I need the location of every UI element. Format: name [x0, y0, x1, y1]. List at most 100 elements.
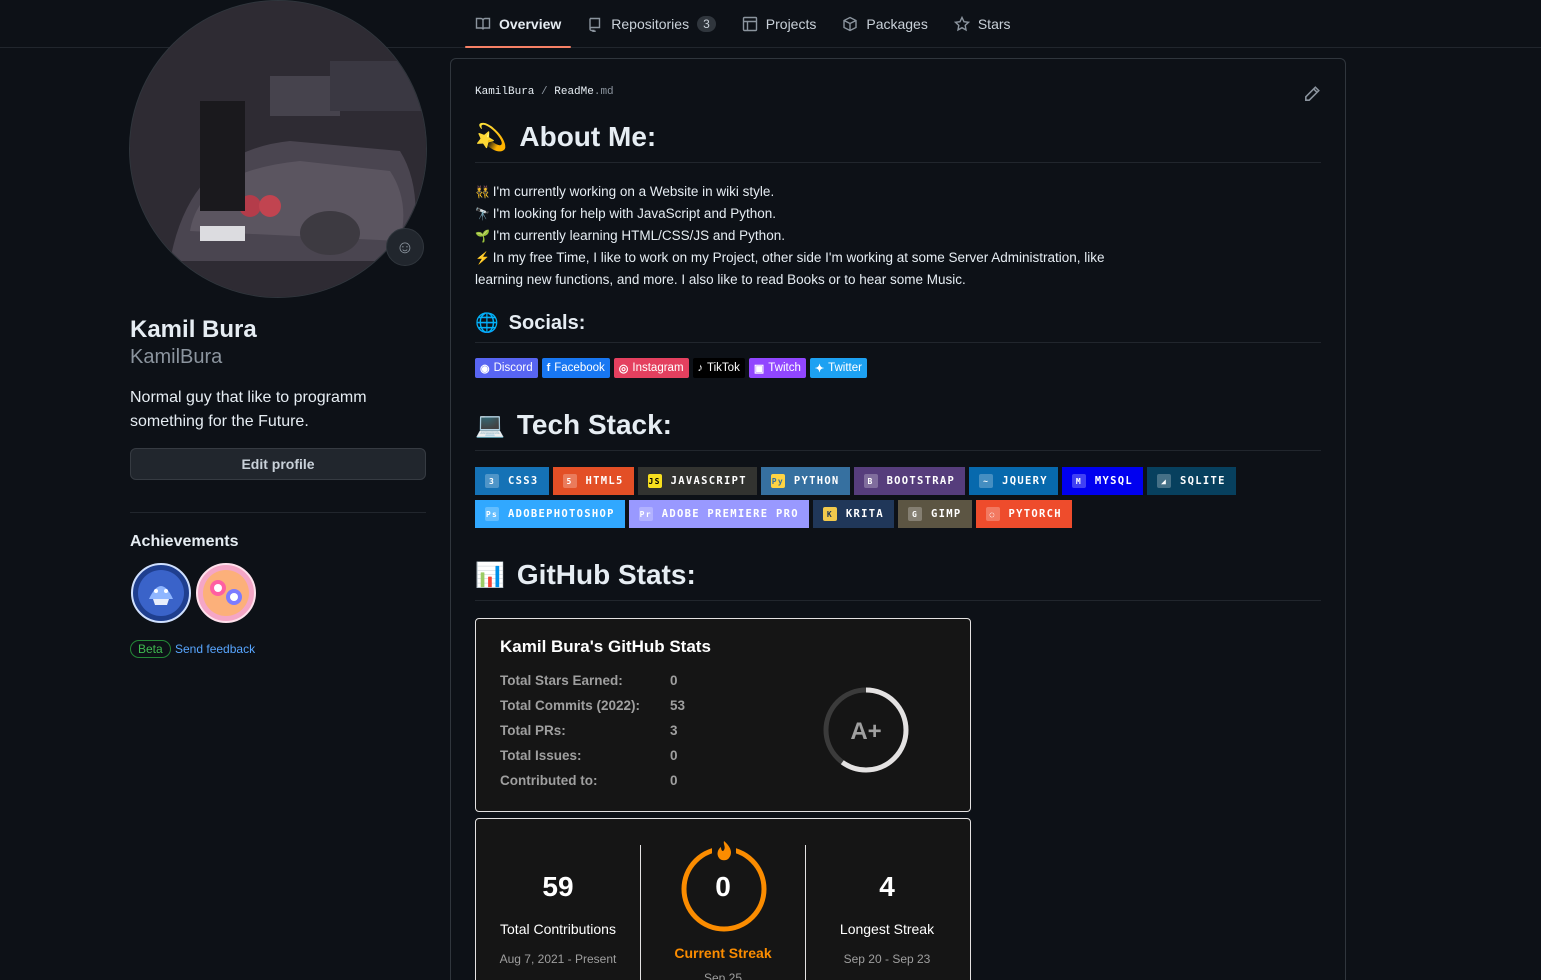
github-stats-card[interactable]: Kamil Bura's GitHub Stats Total Stars Ea…	[475, 618, 971, 812]
stats-card-title: Kamil Bura's GitHub Stats	[500, 637, 711, 656]
stat-value: 3	[670, 723, 678, 738]
stat-value: 0	[670, 773, 678, 788]
seedling-icon: 🌱	[475, 229, 490, 243]
github-stats-heading: 📊 GitHub Stats:	[475, 559, 696, 591]
total-contributions-value: 59	[542, 871, 574, 902]
repo-count-badge: 3	[697, 15, 716, 32]
achievement-yolo-badge[interactable]	[196, 563, 256, 623]
tab-label: Projects	[765, 15, 817, 32]
set-status-button[interactable]: ☺	[386, 228, 424, 266]
about-line: 👯 I'm currently working on a Website in …	[475, 181, 1155, 203]
facebook-badge[interactable]: f Facebook	[541, 358, 610, 378]
tech-stack-heading: 💻 Tech Stack:	[475, 409, 672, 441]
tab-label: Overview	[499, 15, 562, 32]
stat-label: Total Commits (2022):	[500, 698, 641, 713]
stat-value: 0	[670, 748, 678, 763]
about-title: About Me:	[519, 121, 657, 152]
current-streak-date: Sep 25	[703, 971, 743, 980]
tab-overview[interactable]: Overview	[465, 0, 572, 48]
python-icon: Py	[770, 474, 785, 488]
css3-icon: 3	[485, 474, 499, 488]
lightning-icon: ⚡	[475, 251, 490, 265]
globe-icon: 🌐	[475, 313, 499, 334]
discord-icon: ◉	[480, 362, 490, 375]
python-badge[interactable]: Py PYTHON	[760, 467, 850, 495]
discord-badge[interactable]: ◉ Discord	[475, 358, 538, 378]
current-streak-value: 0	[715, 871, 731, 902]
twitch-badge[interactable]: ▣ Twitch	[748, 358, 806, 378]
mysql-badge[interactable]: M MYSQL	[1061, 467, 1143, 495]
yolo-icon	[196, 563, 256, 623]
gimp-badge[interactable]: G GIMP	[898, 500, 972, 528]
edit-profile-button[interactable]: Edit profile	[130, 448, 426, 480]
laptop-icon: 💻	[475, 411, 505, 439]
breadcrumb-user-link[interactable]: KamilBura	[475, 86, 534, 98]
avatar[interactable]	[129, 0, 427, 298]
photoshop-badge[interactable]: Ps ADOBEPHOTOSHOP	[475, 500, 625, 528]
profile-login: KamilBura	[130, 346, 223, 368]
tiktok-badge[interactable]: ♪ TikTok	[692, 358, 745, 378]
smiley-icon: ☺	[395, 236, 415, 257]
social-badges: ◉ Discord f Facebook ◎ Instagram ♪ TikTok ▣ T…	[475, 358, 867, 378]
star-icon	[953, 15, 970, 31]
stat-value: 53	[670, 698, 686, 713]
pencil-icon[interactable]	[1303, 85, 1321, 103]
css3-badge[interactable]: 3 CSS3	[475, 467, 549, 495]
breadcrumb-file-ext: .md	[593, 86, 614, 98]
streak-stats-card[interactable]: 59 Total Contributions Aug 7, 2021 - Pre…	[475, 818, 971, 980]
sqlite-badge[interactable]: ◢ SQLITE	[1147, 467, 1236, 495]
sidebar-divider	[130, 512, 426, 513]
bootstrap-icon: B	[863, 474, 878, 488]
instagram-icon: ◎	[618, 362, 629, 375]
repo-icon	[589, 17, 601, 32]
stat-label: Contributed to:	[500, 773, 598, 788]
about-text: 👯 I'm currently working on a Website in …	[475, 181, 1155, 290]
send-feedback-link[interactable]: Send feedback	[175, 642, 255, 656]
tab-repositories[interactable]: Repositories 3	[577, 0, 726, 47]
about-line: 🌱 I'm currently learning HTML/CSS/JS and…	[475, 225, 1155, 247]
photoshop-icon: Ps	[485, 507, 499, 521]
bootstrap-badge[interactable]: B BOOTSTRAP	[853, 467, 966, 495]
krita-badge[interactable]: K KRITA	[812, 500, 894, 528]
profile-tabs: Overview Repositories 3 Projects Package…	[465, 0, 1027, 48]
heading-divider	[475, 450, 1321, 451]
mysql-icon: M	[1071, 474, 1086, 488]
socials-title: Socials:	[508, 311, 586, 334]
javascript-badge[interactable]: JS JAVASCRIPT	[637, 467, 757, 495]
stat-label: Total Stars Earned:	[500, 673, 623, 688]
tab-label: Packages	[866, 15, 928, 32]
heading-divider	[475, 600, 1321, 601]
sqlite-icon: ◢	[1157, 474, 1171, 488]
total-contributions-label: Total Contributions	[500, 921, 616, 937]
telescope-icon: 🔭	[475, 207, 490, 221]
gimp-icon: G	[908, 507, 922, 521]
package-icon	[843, 16, 858, 31]
facebook-icon: f	[546, 362, 551, 374]
tab-packages[interactable]: Packages	[832, 0, 937, 47]
krita-icon: K	[822, 507, 837, 521]
table-icon	[742, 16, 757, 31]
jquery-badge[interactable]: ~ JQUERY	[969, 467, 1058, 495]
current-streak-label: Current Streak	[674, 945, 772, 961]
about-line: ⚡ In my free Time, I like to work on my …	[475, 250, 1105, 287]
twitter-badge[interactable]: ✦ Twitter	[809, 358, 867, 378]
jquery-icon: ~	[979, 474, 994, 488]
stat-label: Total Issues:	[500, 748, 582, 763]
html5-badge[interactable]: 5 HTML5	[552, 467, 634, 495]
tiktok-icon: ♪	[697, 362, 704, 374]
pytorch-badge[interactable]: ◌ PYTORCH	[975, 500, 1072, 528]
premiere-badge[interactable]: Pr ADOBE PREMIERE PRO	[628, 500, 809, 528]
socials-heading: 🌐 Socials:	[475, 311, 585, 335]
longest-streak-label: Longest Streak	[839, 921, 935, 937]
streak-divider	[640, 845, 641, 980]
tab-projects[interactable]: Projects	[732, 0, 827, 47]
tech-badges-row-1: 3 CSS3 5 HTML5 JS JAVASCRIPT Py PYTHON B BOOT…	[475, 467, 1236, 495]
tab-stars[interactable]: Stars	[944, 0, 1021, 47]
html5-icon: 5	[562, 474, 577, 488]
people-icon: 👯	[475, 185, 490, 199]
achievement-shark-badge[interactable]	[131, 563, 191, 623]
total-contributions-range: Aug 7, 2021 - Present	[499, 952, 617, 966]
github-stats-title: GitHub Stats:	[516, 559, 696, 590]
instagram-badge[interactable]: ◎ Instagram	[613, 358, 689, 378]
stat-value: 0	[670, 673, 678, 688]
